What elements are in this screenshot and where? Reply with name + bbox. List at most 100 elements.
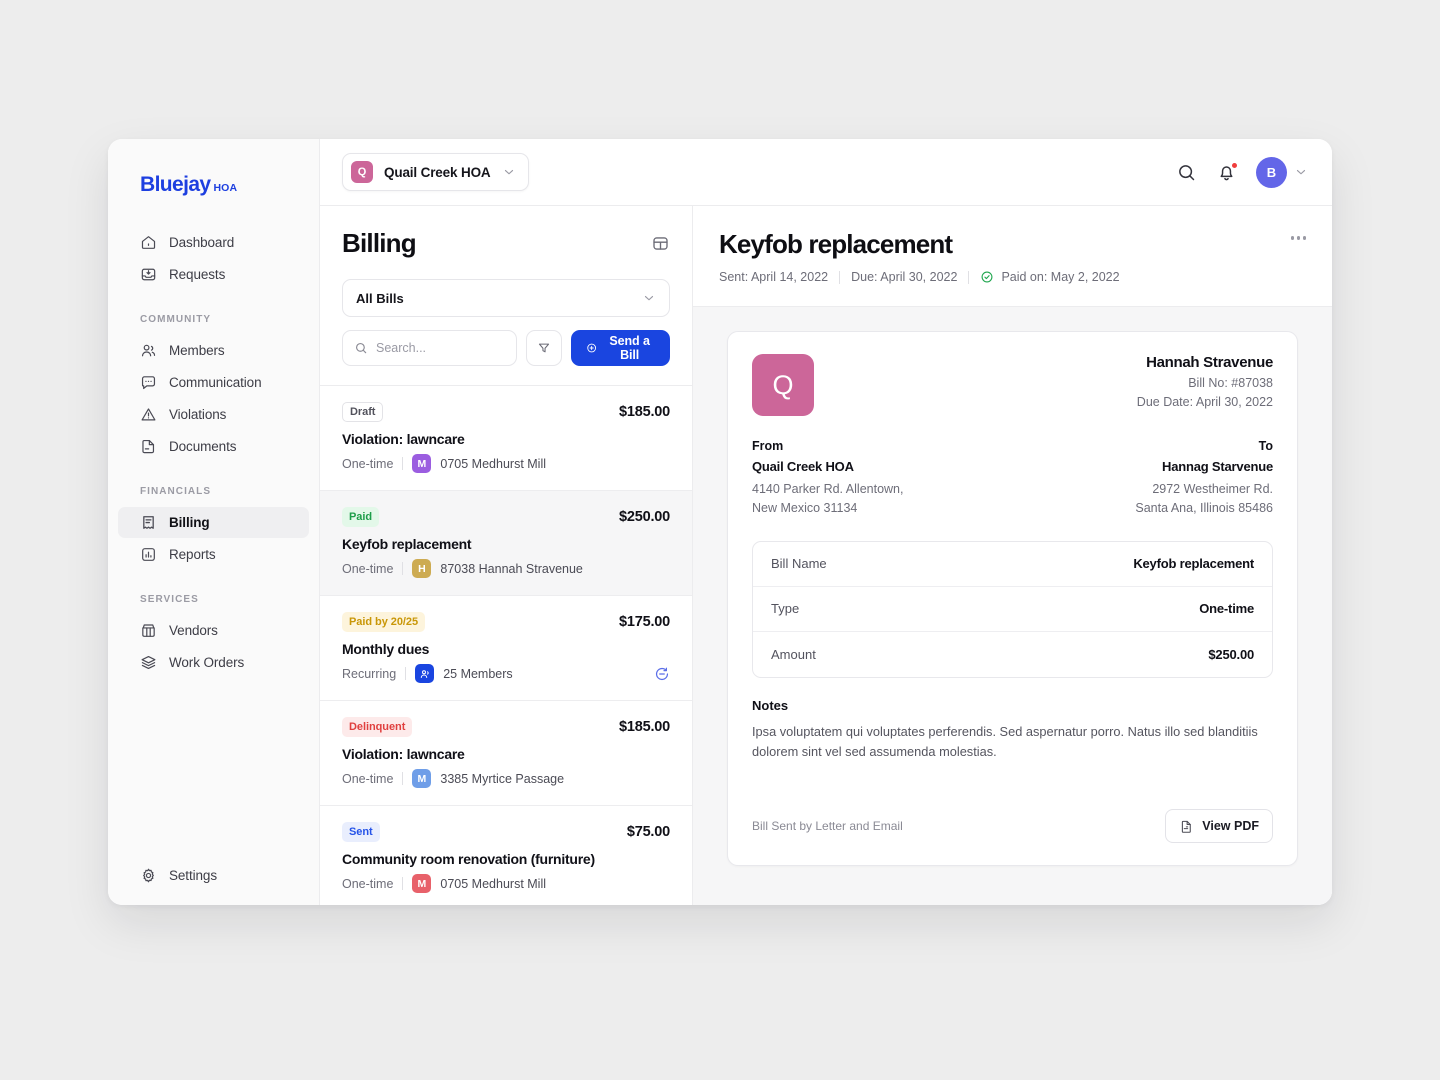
check-circle-icon <box>981 271 993 283</box>
sidebar-item-documents[interactable]: Documents <box>118 431 309 462</box>
sidebar-item-work-orders[interactable]: Work Orders <box>118 647 309 678</box>
bills-toolbar: Send a Bill <box>342 330 670 385</box>
more-horizontal-icon[interactable] <box>1290 236 1306 240</box>
sidebar: Bluejay HOA Dashboard Requests COMMUNITY <box>108 139 320 905</box>
bill-amount: $185.00 <box>618 404 670 420</box>
bills-filter-select[interactable]: All Bills <box>342 279 670 317</box>
sidebar-item-label: Communication <box>169 375 262 390</box>
user-menu[interactable]: B <box>1256 156 1308 188</box>
sidebar-item-reports[interactable]: Reports <box>118 539 309 570</box>
sidebar-item-billing[interactable]: Billing <box>118 507 309 538</box>
bill-list-item[interactable]: Paid by 20/25 $175.00 Monthly dues Recur… <box>320 596 692 701</box>
sidebar-item-requests[interactable]: Requests <box>118 259 309 290</box>
notes-label: Notes <box>752 697 789 713</box>
chat-bubble-icon <box>140 374 157 391</box>
bill-detail-header: Keyfob replacement Sent: April 14, 2022 … <box>693 206 1332 307</box>
bill-name: Community room renovation (furniture) <box>342 851 595 867</box>
bill-party: 0705 Medhurst Mill <box>440 876 547 891</box>
bill-party: 0705 Medhurst Mill <box>440 456 547 471</box>
bill-list-item[interactable]: Delinquent $185.00 Violation: lawncare O… <box>320 701 692 806</box>
to-label: To <box>1258 439 1273 453</box>
divider <box>402 772 404 785</box>
plus-circle-icon <box>587 343 596 353</box>
page-title: Billing <box>342 228 417 258</box>
org-name: Quail Creek HOA <box>384 164 491 180</box>
topbar: Q Quail Creek HOA B <box>320 139 1332 206</box>
to-address: 2972 Westheimer Rd. Santa Ana, Illinois … <box>1135 482 1273 516</box>
file-pdf-icon <box>1182 820 1192 833</box>
bill-amount: $175.00 <box>618 614 670 630</box>
view-pdf-button[interactable]: View PDF <box>1165 809 1273 844</box>
invoice-logo: Q <box>752 354 814 416</box>
bill-list-item[interactable]: Paid $250.00 Keyfob replacement One-time… <box>320 491 692 596</box>
status-badge: Paid by 20/25 <box>342 612 426 632</box>
status-badge: Paid <box>342 507 380 527</box>
row-value: $250.00 <box>1208 646 1254 662</box>
row-value: One-time <box>1199 601 1254 617</box>
invoice-card: Q Hannah Stravenue Bill No: #87038 Due D… <box>727 331 1298 867</box>
sidebar-item-settings[interactable]: Settings <box>118 860 309 891</box>
row-key: Type <box>771 601 800 617</box>
divider <box>968 270 970 284</box>
sidebar-item-label: Violations <box>169 407 227 422</box>
bills-list-pane: Billing All Bills Search... Send a Bill … <box>320 206 693 905</box>
paid-on-date: Paid on: May 2, 2022 <box>1001 270 1120 284</box>
nav-group-label: SERVICES <box>140 594 199 605</box>
divider <box>402 562 404 575</box>
party-avatar: M <box>412 454 432 473</box>
chevron-down-icon <box>1294 165 1308 179</box>
inbox-down-icon <box>140 266 157 283</box>
send-a-bill-button[interactable]: Send a Bill <box>570 330 670 366</box>
sidebar-item-violations[interactable]: Violations <box>118 399 309 430</box>
sidebar-item-communication[interactable]: Communication <box>118 367 309 398</box>
due-date: Due: April 30, 2022 <box>851 270 958 284</box>
table-row: Type One-time <box>753 587 1272 632</box>
party-avatar: M <box>412 874 432 893</box>
avatar: B <box>1256 156 1287 188</box>
gear-icon <box>140 867 157 884</box>
search-input[interactable] <box>376 341 505 355</box>
sidebar-item-members[interactable]: Members <box>118 335 309 366</box>
from-org: Quail Creek HOA <box>752 459 854 474</box>
search-icon[interactable] <box>1176 162 1197 183</box>
bill-type: One-time <box>342 876 394 891</box>
sidebar-item-label: Settings <box>169 868 217 883</box>
bill-list-item[interactable]: Sent $75.00 Community room renovation (f… <box>320 806 692 905</box>
search-box[interactable] <box>342 330 517 366</box>
brand-logo[interactable]: Bluejay HOA <box>118 139 309 227</box>
divider <box>839 270 841 284</box>
alert-triangle-icon <box>140 406 157 423</box>
bill-amount: $75.00 <box>626 824 670 840</box>
org-switcher[interactable]: Q Quail Creek HOA <box>342 153 529 191</box>
from-label: From <box>752 439 784 453</box>
status-badge: Draft <box>342 402 384 422</box>
brand-suffix: HOA <box>213 182 238 194</box>
funnel-icon[interactable] <box>525 330 562 366</box>
brand-name: Bluejay <box>140 173 211 196</box>
table-row: Amount $250.00 <box>753 632 1272 677</box>
nav-group-label: COMMUNITY <box>140 314 212 325</box>
party-avatar: M <box>412 769 432 788</box>
sidebar-item-vendors[interactable]: Vendors <box>118 615 309 646</box>
to-org: Hannag Starvenue <box>1162 459 1273 474</box>
sidebar-item-label: Dashboard <box>169 235 235 250</box>
chevron-down-icon <box>642 291 656 305</box>
recurring-icon[interactable] <box>654 666 670 682</box>
invoice-recipient-name: Hannah Stravenue <box>1146 354 1273 371</box>
invoice-bill-no: Bill No: #87038 <box>1188 376 1273 390</box>
layout-panel-icon[interactable] <box>651 234 670 253</box>
body-split: Billing All Bills Search... Send a Bill … <box>320 206 1332 905</box>
users-icon <box>140 342 157 359</box>
view-pdf-label: View PDF <box>1202 819 1259 834</box>
bills-scroll[interactable]: Draft $185.00 Violation: lawncare One-ti… <box>320 385 692 905</box>
bill-name: Monthly dues <box>342 641 430 657</box>
bell-icon[interactable] <box>1216 161 1238 183</box>
main-area: Q Quail Creek HOA B Billing All Bills Se… <box>320 139 1332 905</box>
send-a-bill-label: Send a Bill <box>609 334 650 362</box>
row-value: Keyfob replacement <box>1133 556 1254 572</box>
bill-list-item[interactable]: Draft $185.00 Violation: lawncare One-ti… <box>320 386 692 491</box>
table-row: Bill Name Keyfob replacement <box>753 542 1272 587</box>
bill-detail-title: Keyfob replacement <box>719 229 953 259</box>
sidebar-item-dashboard[interactable]: Dashboard <box>118 227 309 258</box>
bar-chart-icon <box>140 546 157 563</box>
